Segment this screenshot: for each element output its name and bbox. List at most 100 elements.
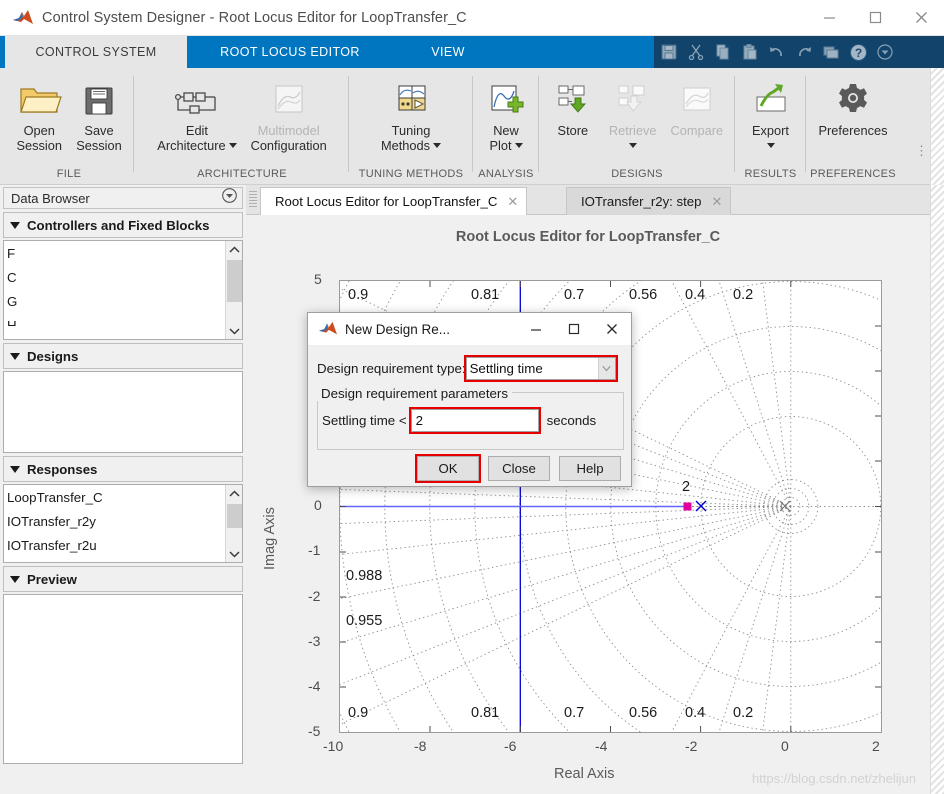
tab-control-system[interactable]: CONTROL SYSTEM [5,36,187,68]
ribbon-group-preferences-label: PREFERENCES [810,168,896,180]
paste-icon[interactable] [737,39,763,65]
redo-icon[interactable] [791,39,817,65]
section-header-controllers[interactable]: Controllers and Fixed Blocks [3,212,243,238]
ribbon-collapse-icon[interactable]: ⋮ [915,143,928,159]
tab-view[interactable]: VIEW [405,36,491,68]
list-item[interactable]: F [7,242,242,266]
responses-scrollbar[interactable] [225,485,242,562]
tuning-methods-label-2-text: Methods [380,138,431,153]
ribbon-group-architecture-label: ARCHITECTURE [197,168,287,180]
dialog-title-bar: New Design Re... [308,313,631,346]
save-icon[interactable] [656,39,682,65]
block-diagram-icon [170,74,224,120]
preview-panel[interactable] [3,594,243,764]
ribbon-separator [348,76,349,172]
close-button[interactable] [898,0,944,36]
chevron-down-icon[interactable] [597,358,615,379]
list-item[interactable]: IOTransfer_r2y [7,510,242,534]
close-icon[interactable]: ✕ [711,194,722,210]
dialog-window-controls [517,313,631,346]
controllers-list[interactable]: F C G H [3,240,243,340]
store-label: Store [557,123,589,138]
dialog-title: New Design Re... [345,321,451,337]
x-axis-label: Real Axis [554,766,615,782]
section-header-responses[interactable]: Responses [3,456,243,482]
scroll-down-icon[interactable] [226,322,242,339]
list-item[interactable]: IOTransfer_r2u [7,534,242,558]
tuning-methods-button[interactable]: Tuning Methods [374,68,448,163]
design-requirement-type-label: Design requirement type: [317,361,466,376]
damping-label-bottom: 0.56 [629,705,658,721]
compare-button[interactable]: Compare [664,68,731,163]
dialog-minimize-button[interactable] [517,313,555,346]
dialog-button-row: OK Close Help [415,454,621,483]
maximize-button[interactable] [852,0,898,36]
minimize-button[interactable] [806,0,852,36]
design-requirement-type-select[interactable]: Settling time [463,355,618,382]
ok-button[interactable]: OK [415,454,481,483]
edit-architecture-button[interactable]: Edit Architecture [150,68,243,163]
list-item[interactable]: C [7,266,242,290]
root-locus-plot-panel: Root Locus Editor for LoopTransfer_C Ima… [246,215,930,794]
y-tick-label: -5 [308,723,321,739]
open-session-label-2: Session [16,138,62,153]
undo-icon[interactable] [764,39,790,65]
open-session-button[interactable]: Open Session [9,68,69,163]
chevron-down-icon[interactable] [514,143,523,148]
ribbon-separator [472,76,473,172]
chevron-down-icon[interactable] [628,143,637,148]
new-plot-button[interactable]: New Plot [477,68,535,163]
list-item[interactable]: IOTransfer_d2u [7,558,242,562]
close-icon[interactable]: ✕ [507,194,518,210]
tab-root-locus-editor[interactable]: ROOT LOCUS EDITOR [195,36,385,68]
edit-architecture-label-2-text: Architecture [157,138,226,153]
document-tab-root-locus[interactable]: Root Locus Editor for LoopTransfer_C ✕ [260,187,528,215]
chevron-down-icon[interactable] [433,143,442,148]
document-tab-step[interactable]: IOTransfer_r2y: step ✕ [566,187,732,215]
help-button[interactable]: Help [559,456,621,481]
list-item[interactable]: LoopTransfer_C [7,486,242,510]
chevron-down-icon[interactable] [766,143,775,148]
scroll-down-icon[interactable] [226,545,242,562]
ribbon-group-tuning-methods-label: TUNING METHODS [358,168,464,180]
dialog-maximize-button[interactable] [555,313,593,346]
save-session-button[interactable]: Save Session [69,68,129,163]
section-header-designs[interactable]: Designs [3,343,243,369]
retrieve-button[interactable]: Retrieve [602,68,664,163]
ribbon-separator [734,76,735,172]
close-button[interactable]: Close [488,456,550,481]
designs-list[interactable] [3,371,243,453]
preferences-button[interactable]: Preferences [812,68,895,163]
responses-list[interactable]: LoopTransfer_C IOTransfer_r2y IOTransfer… [3,484,243,563]
y-tick-label: 0 [314,497,322,513]
store-button[interactable]: Store [544,68,602,163]
damping-label-top: 0.56 [629,287,658,303]
compare-icon [674,74,720,120]
dialog-close-button[interactable] [593,313,631,346]
chevron-down-icon[interactable] [228,143,237,148]
scroll-up-icon[interactable] [226,241,242,258]
controllers-scrollbar[interactable] [225,241,242,339]
multimodel-configuration-button[interactable]: Multimodel Configuration [244,68,334,163]
qat-dropdown-icon[interactable] [872,39,898,65]
settling-time-input[interactable]: 2 [408,407,541,434]
help-icon[interactable]: ? [845,39,871,65]
export-icon [748,74,794,120]
floppy-disk-icon [78,74,120,120]
scroll-up-icon[interactable] [226,485,242,502]
section-header-preview[interactable]: Preview [3,566,243,592]
list-item[interactable]: G [7,290,242,314]
ribbon-group-results: Export RESULTS [736,68,805,185]
layout-icon[interactable] [818,39,844,65]
list-item[interactable]: H [7,314,242,326]
scrollbar-thumb[interactable] [227,504,242,528]
damping-label-left: 0.955 [346,613,383,629]
data-browser-menu-icon[interactable] [222,188,237,208]
export-button[interactable]: Export [741,68,801,163]
cut-icon[interactable] [683,39,709,65]
section-title-designs: Designs [27,348,79,364]
tab-bar-grip[interactable] [249,191,257,209]
copy-icon[interactable] [710,39,736,65]
pole-gain-annotation: 2 [682,479,691,495]
scrollbar-thumb[interactable] [227,260,242,302]
